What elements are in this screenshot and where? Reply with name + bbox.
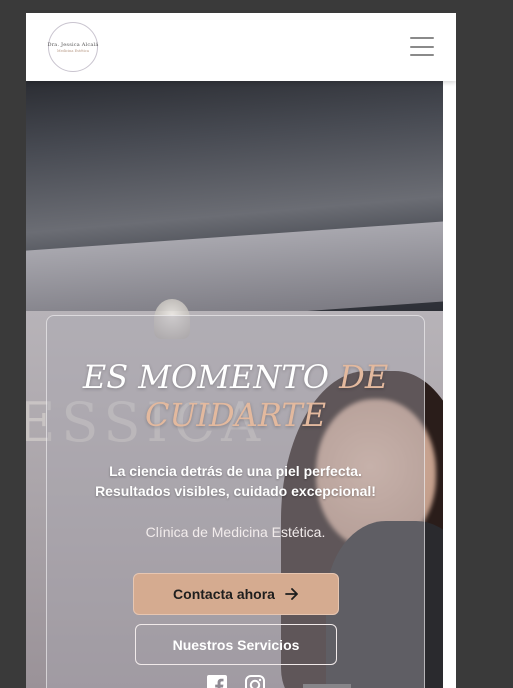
instagram-icon[interactable] [244,674,266,688]
menu-line [410,37,434,39]
contact-button-label: Contacta ahora [173,586,275,602]
contact-button[interactable]: Contacta ahora [133,573,339,615]
hero-subtitle: La ciencia detrás de una piel perfecta. … [95,463,376,499]
site-header: Dra. Jessica Alcalá Medicina Estética [26,13,456,81]
hero-section: ESSICA ES MOMENTO DE CUIDARTE La ciencia… [26,81,443,688]
headline-white: ES MOMENTO [82,358,329,396]
facebook-icon[interactable] [206,674,228,688]
services-button[interactable]: Nuestros Servicios [135,624,337,665]
hamburger-menu-icon[interactable] [410,37,434,56]
hero-card: ES MOMENTO DE CUIDARTE La ciencia detrás… [46,315,425,688]
logo-name: Dra. Jessica Alcalá [47,41,99,48]
logo-subtitle: Medicina Estética [57,48,89,53]
menu-line [410,54,434,56]
services-button-label: Nuestros Servicios [172,636,300,653]
site-logo[interactable]: Dra. Jessica Alcalá Medicina Estética [48,22,98,72]
menu-line [410,45,434,48]
page-frame: Dra. Jessica Alcalá Medicina Estética ES… [26,13,456,688]
scrollbar-track[interactable] [443,81,456,688]
hero-headline: ES MOMENTO DE CUIDARTE [47,358,424,434]
social-links [47,674,424,688]
hero-tagline: Clínica de Medicina Estética. [145,524,326,540]
arrow-right-icon [285,588,298,600]
